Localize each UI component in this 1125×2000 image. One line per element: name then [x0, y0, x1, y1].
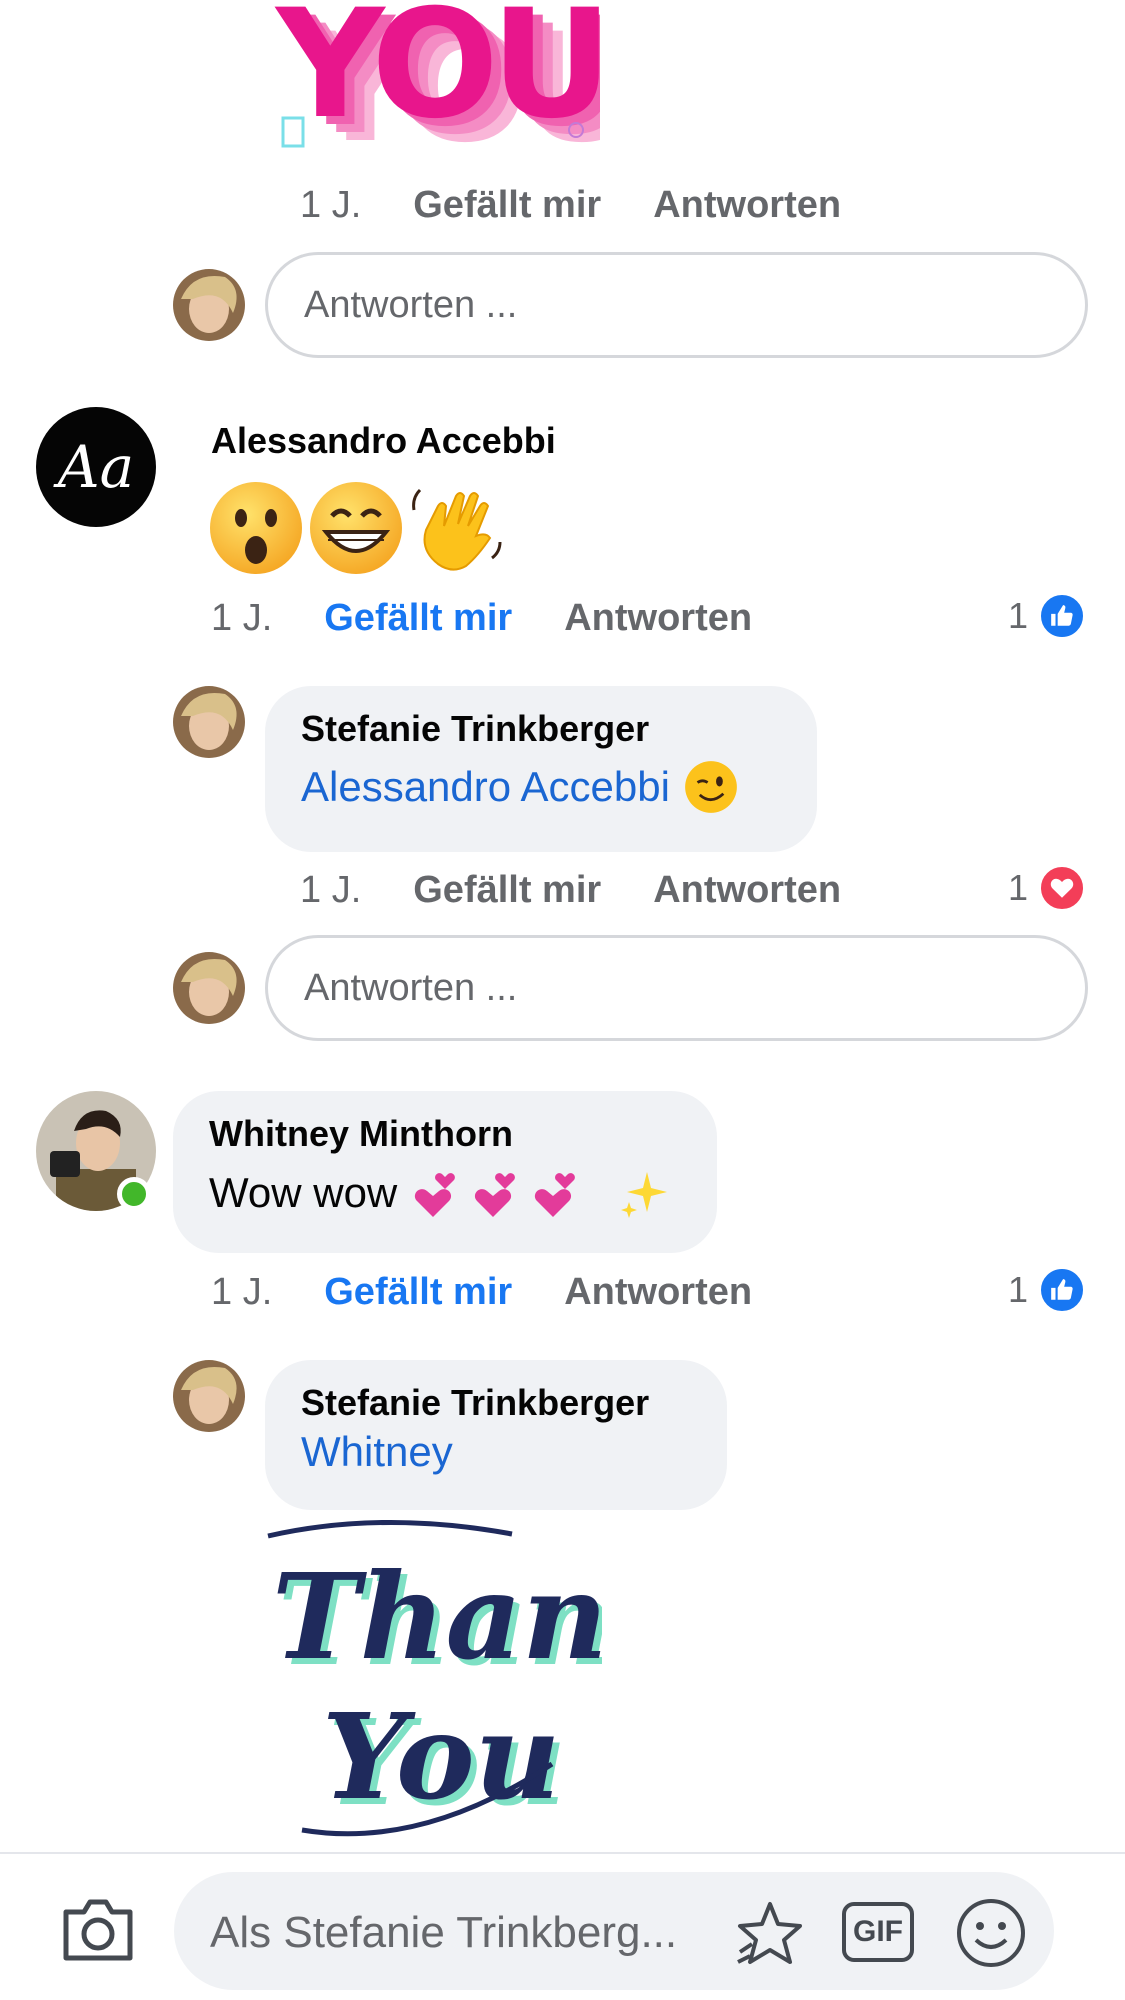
- timestamp: 1 J.: [300, 184, 362, 226]
- winking-face-emoji-icon: [685, 761, 737, 813]
- waving-hand-emoji-icon: [412, 488, 502, 571]
- two-hearts-emoji-icon: [415, 1173, 576, 1217]
- comment-author[interactable]: Alessandro Accebbi: [211, 420, 556, 462]
- like-link[interactable]: Gefällt mir: [413, 184, 601, 227]
- mention-link[interactable]: Whitney: [301, 1428, 453, 1475]
- avatar-image: [173, 686, 245, 758]
- comment-emoji-row: [208, 480, 504, 576]
- you-text: You: [322, 1687, 560, 1826]
- like-icon: [1038, 1266, 1087, 1314]
- like-link[interactable]: Gefällt mir: [413, 869, 601, 912]
- camera-icon[interactable]: [60, 1894, 136, 1964]
- like-icon: [1038, 592, 1087, 640]
- reply-link[interactable]: Antworten: [653, 184, 841, 227]
- you-gif-text: YOU: [274, 0, 600, 152]
- comment-text-content: Wow wow: [209, 1169, 398, 1216]
- composer-placeholder: Als Stefanie Trinkberg...: [210, 1908, 678, 1957]
- reply-link[interactable]: Antworten: [564, 1271, 752, 1314]
- timestamp: 1 J.: [211, 1271, 273, 1313]
- like-link[interactable]: Gefällt mir: [324, 1271, 512, 1314]
- reply-input[interactable]: Antworten ...: [265, 935, 1088, 1041]
- sticker-icon[interactable]: [732, 1896, 806, 1970]
- grinning-face-emoji-icon: [310, 482, 402, 574]
- reply-text: Alessandro Accebbi: [301, 760, 781, 814]
- reply-link[interactable]: Antworten: [564, 597, 752, 640]
- emoji-icon[interactable]: [954, 1896, 1028, 1970]
- reply-input[interactable]: Antworten ...: [265, 252, 1088, 358]
- reply-meta-row: 1 J. Gefällt mir Antworten: [300, 184, 841, 227]
- reply-meta-row: 1 J. Gefällt mir Antworten: [300, 869, 841, 912]
- thank-you-sticker: Thank Thank You You: [267, 1520, 602, 1837]
- reply-text: Whitney: [301, 1428, 691, 1476]
- comment-bubble: Whitney Minthorn Wow wow: [173, 1091, 717, 1253]
- reply-input-placeholder: Antworten ...: [304, 966, 518, 1009]
- reply-input-placeholder: Antworten ...: [304, 283, 518, 326]
- comment-text: Wow wow: [209, 1165, 681, 1221]
- online-status-dot: [117, 1177, 151, 1211]
- astonished-face-emoji-icon: [210, 482, 302, 574]
- reaction-count: 1: [1008, 595, 1029, 636]
- reply-bubble: Stefanie Trinkberger Whitney: [265, 1360, 727, 1510]
- heart-icon: [1038, 864, 1087, 912]
- reply-bubble: Stefanie Trinkberger Alessandro Accebbi: [265, 686, 817, 852]
- comment-composer: Als Stefanie Trinkberg... GIF: [0, 1852, 1125, 2000]
- avatar-stefanie[interactable]: [173, 952, 245, 1024]
- gif-icon[interactable]: GIF: [842, 1902, 914, 1962]
- sparkles-emoji-icon: [621, 1172, 668, 1218]
- avatar-image: [173, 952, 245, 1024]
- comment-meta-row: 1 J. Gefällt mir Antworten: [211, 597, 752, 640]
- sticker-swash-top: [267, 1520, 513, 1539]
- avatar-monogram: Aa: [57, 433, 135, 501]
- reaction-count: 1: [1008, 867, 1029, 908]
- you-gif-sticker: YOU YOU YOU YOU: [274, 0, 600, 160]
- avatar-stefanie[interactable]: [173, 269, 245, 341]
- avatar-alessandro[interactable]: Aa: [36, 407, 156, 527]
- avatar-stefanie[interactable]: [173, 1360, 245, 1432]
- reaction-count: 1: [1008, 1269, 1029, 1310]
- thank-text: Thank: [272, 1547, 602, 1686]
- reply-author[interactable]: Stefanie Trinkberger: [301, 1382, 691, 1424]
- mention-link[interactable]: Alessandro Accebbi: [301, 763, 670, 811]
- reaction-summary[interactable]: 1: [1008, 864, 1087, 912]
- reaction-summary[interactable]: 1: [1008, 1266, 1087, 1314]
- timestamp: 1 J.: [300, 869, 362, 911]
- comment-meta-row: 1 J. Gefällt mir Antworten: [211, 1271, 752, 1314]
- like-link[interactable]: Gefällt mir: [324, 597, 512, 640]
- avatar-image: [173, 1360, 245, 1432]
- reply-author[interactable]: Stefanie Trinkberger: [301, 708, 781, 750]
- timestamp: 1 J.: [211, 597, 273, 639]
- composer-input[interactable]: Als Stefanie Trinkberg... GIF: [174, 1872, 1054, 1990]
- reply-link[interactable]: Antworten: [653, 869, 841, 912]
- avatar-image: [173, 269, 245, 341]
- comment-author[interactable]: Whitney Minthorn: [209, 1113, 681, 1155]
- reaction-summary[interactable]: 1: [1008, 592, 1087, 640]
- avatar-stefanie[interactable]: [173, 686, 245, 758]
